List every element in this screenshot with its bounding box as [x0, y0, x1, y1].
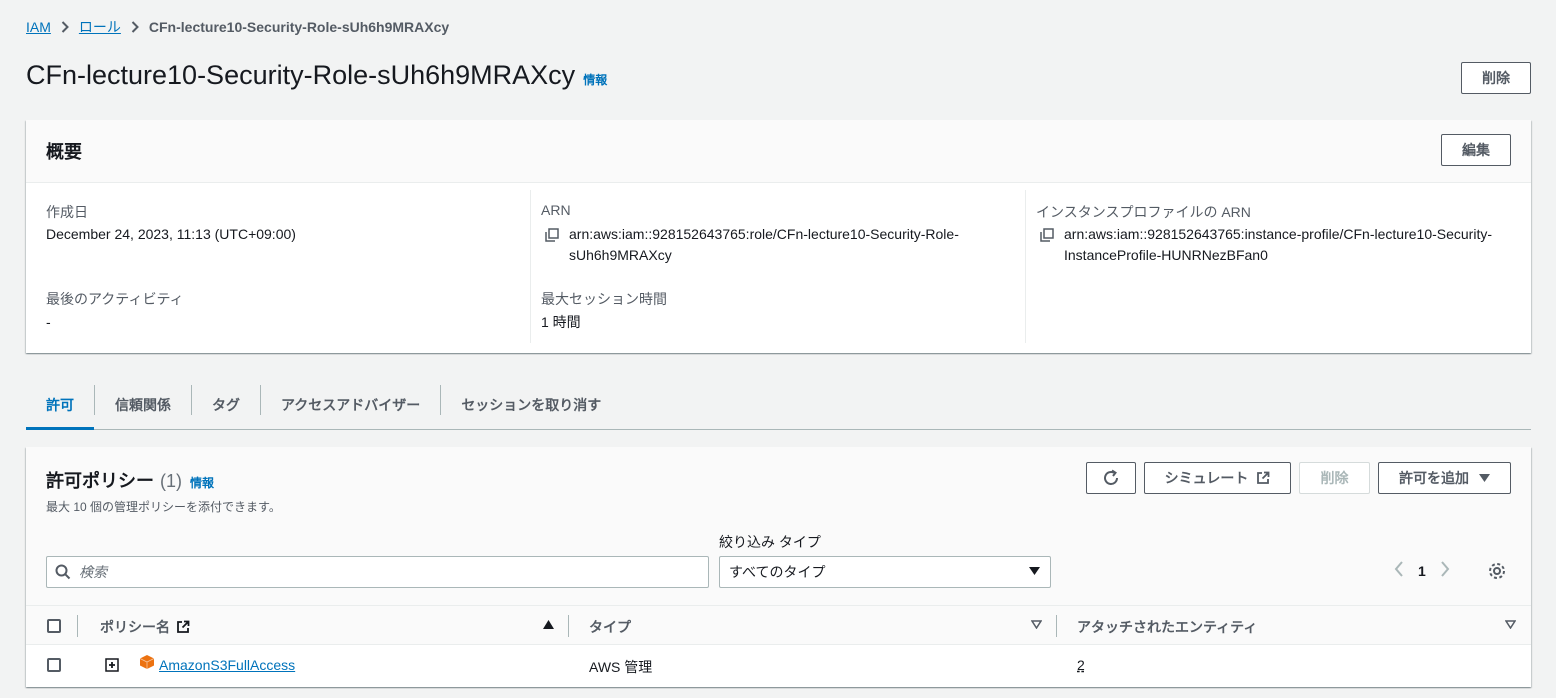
- info-link[interactable]: 情報: [190, 474, 214, 491]
- instance-profile-line1: arn:aws:iam::928152643765:instance-profi…: [1064, 226, 1492, 242]
- gear-icon[interactable]: [1488, 562, 1506, 583]
- tab-trust-relationships[interactable]: 信頼関係: [95, 381, 191, 429]
- column-header-policy-name-label: ポリシー名: [100, 619, 170, 635]
- breadcrumb-iam-link[interactable]: IAM: [26, 19, 51, 35]
- copy-icon[interactable]: [1040, 224, 1056, 266]
- policy-name-link[interactable]: AmazonS3FullAccess: [159, 657, 295, 673]
- instance-profile-label: インスタンスプロファイルの ARN: [1036, 204, 1251, 220]
- policies-title-text: 許可ポリシー: [46, 471, 154, 491]
- chevron-right-icon: [51, 21, 79, 33]
- caret-down-icon: [1479, 474, 1490, 482]
- row-checkbox[interactable]: [47, 658, 61, 672]
- max-session-label: 最大セッション時間: [541, 291, 667, 307]
- tab-tags[interactable]: タグ: [192, 381, 260, 429]
- breadcrumb: IAM ロール CFn-lecture10-Security-Role-sUh6…: [26, 17, 449, 37]
- delete-policy-button[interactable]: 削除: [1299, 462, 1370, 494]
- external-link-icon: [1257, 471, 1270, 484]
- column-separator: [568, 615, 569, 637]
- column-separator: [1056, 615, 1057, 637]
- page-number[interactable]: 1: [1418, 563, 1426, 579]
- chevron-left-icon[interactable]: [1394, 561, 1404, 580]
- column-divider: [1025, 190, 1026, 343]
- search-field: [46, 556, 709, 588]
- policies-description: 最大 10 個の管理ポリシーを添付できます。: [46, 500, 281, 514]
- column-divider: [530, 190, 531, 343]
- attached-entities-count[interactable]: 2: [1077, 657, 1085, 673]
- refresh-button[interactable]: [1086, 462, 1136, 494]
- search-icon: [47, 564, 79, 580]
- page-title-text: CFn-lecture10-Security-Role-sUh6h9MRAXcy: [26, 60, 576, 90]
- filter-type-value: すべてのタイプ: [729, 564, 826, 580]
- copy-icon[interactable]: [545, 224, 561, 266]
- select-all-checkbox[interactable]: [47, 619, 61, 633]
- refresh-icon: [1104, 469, 1118, 485]
- arn-value-line1: arn:aws:iam::928152643765:role/CFn-lectu…: [569, 226, 959, 242]
- arn-value-line2: sUh6h9MRAXcy: [569, 247, 672, 263]
- max-session-value: 1 時間: [541, 314, 581, 330]
- tab-bar: 許可 信頼関係 タグ アクセスアドバイザー セッションを取り消す: [26, 381, 1531, 430]
- expand-plus-icon[interactable]: [105, 658, 119, 675]
- sort-ascending-icon[interactable]: [543, 620, 554, 629]
- policies-count: (1): [160, 471, 182, 491]
- instance-profile-line2: InstanceProfile-HUNRNezBFan0: [1064, 247, 1268, 263]
- delete-role-button[interactable]: 削除: [1461, 62, 1531, 94]
- tab-permissions[interactable]: 許可: [26, 381, 94, 430]
- summary-panel: 概要 編集 作成日 December 24, 2023, 11:13 (UTC+…: [26, 120, 1531, 353]
- column-separator: [77, 615, 78, 637]
- caret-down-icon: [1029, 567, 1040, 575]
- breadcrumb-current: CFn-lecture10-Security-Role-sUh6h9MRAXcy: [148, 19, 450, 35]
- instance-profile-value: arn:aws:iam::928152643765:instance-profi…: [1064, 224, 1492, 266]
- simulate-button[interactable]: シミュレート: [1144, 462, 1291, 494]
- edit-button[interactable]: 編集: [1441, 134, 1511, 166]
- table-row: AmazonS3FullAccess AWS 管理 2: [26, 645, 1531, 687]
- info-link[interactable]: 情報: [583, 71, 607, 88]
- column-header-attached-entities[interactable]: アタッチされたエンティティ: [1077, 617, 1257, 637]
- permissions-policies-panel: 許可ポリシー (1) 情報 最大 10 個の管理ポリシーを添付できます。 シミュ…: [26, 447, 1531, 687]
- filter-type-select[interactable]: すべてのタイプ: [719, 556, 1051, 588]
- created-value: December 24, 2023, 11:13 (UTC+09:00): [46, 226, 296, 242]
- tab-revoke-sessions[interactable]: セッションを取り消す: [441, 381, 621, 429]
- page-title: CFn-lecture10-Security-Role-sUh6h9MRAXcy…: [26, 60, 607, 91]
- arn-label: ARN: [541, 202, 571, 218]
- tab-access-advisor[interactable]: アクセスアドバイザー: [261, 381, 440, 429]
- summary-title: 概要: [46, 142, 82, 162]
- arn-value-row: arn:aws:iam::928152643765:role/CFn-lectu…: [545, 224, 959, 266]
- last-activity-label: 最後のアクティビティ: [46, 291, 184, 307]
- add-permissions-button[interactable]: 許可を追加: [1378, 462, 1511, 494]
- table-header: ポリシー名 タイプ アタッチされたエンティティ: [26, 605, 1531, 645]
- sort-icon[interactable]: [1505, 620, 1516, 629]
- last-activity-value: -: [46, 314, 51, 330]
- sort-icon[interactable]: [1031, 620, 1042, 629]
- arn-value: arn:aws:iam::928152643765:role/CFn-lectu…: [569, 224, 959, 266]
- pagination: 1: [1394, 561, 1450, 580]
- chevron-right-icon[interactable]: [1440, 561, 1450, 580]
- breadcrumb-roles-link[interactable]: ロール: [79, 17, 121, 37]
- simulate-label: シミュレート: [1164, 470, 1249, 486]
- column-header-type[interactable]: タイプ: [589, 617, 631, 637]
- summary-header: 概要 編集: [26, 120, 1531, 183]
- policy-type: AWS 管理: [589, 659, 653, 675]
- filter-type-label: 絞り込み タイプ: [719, 534, 821, 550]
- add-permissions-label: 許可を追加: [1399, 470, 1469, 486]
- column-header-policy-name[interactable]: ポリシー名: [100, 617, 190, 637]
- search-input[interactable]: [79, 564, 699, 580]
- policies-title: 許可ポリシー (1) 情報: [46, 467, 214, 493]
- chevron-right-icon: [121, 21, 149, 33]
- external-link-icon: [177, 620, 190, 633]
- aws-managed-policy-icon: [139, 654, 155, 673]
- created-label: 作成日: [46, 204, 88, 220]
- instance-profile-row: arn:aws:iam::928152643765:instance-profi…: [1040, 224, 1492, 266]
